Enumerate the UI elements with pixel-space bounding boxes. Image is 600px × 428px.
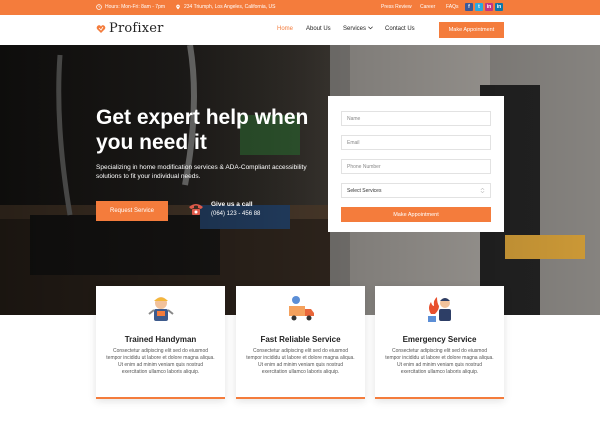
logo-text: Profixer — [109, 21, 164, 36]
nav-services[interactable]: Services — [343, 26, 373, 32]
appointment-form: Name Email Phone Number Select Services … — [328, 96, 504, 232]
linkedin-icon[interactable]: in — [495, 3, 503, 11]
call-info: Give us a call (064) 123 - 456 88 — [187, 201, 260, 217]
service-card-fast-reliable[interactable]: Fast Reliable Service Consectetur adipis… — [236, 286, 365, 399]
card-text: Consectetur adipiscing elit sed do eiusm… — [246, 348, 355, 375]
delivery-truck-icon — [289, 296, 314, 321]
service-card-trained-handyman[interactable]: Trained Handyman Consectetur adipiscing … — [96, 286, 225, 399]
call-title: Give us a call — [211, 201, 253, 208]
hero-title: Get expert help when you need it — [96, 106, 309, 154]
services-select[interactable]: Select Services — [341, 183, 491, 198]
card-title: Emergency Service — [402, 335, 477, 344]
email-input[interactable]: Email — [341, 135, 491, 150]
submit-appointment-button[interactable]: Make Appointment — [341, 207, 491, 222]
phone-icon — [189, 204, 203, 215]
hours-info: Hours: Mon-Fri: 8am - 7pm — [96, 4, 165, 10]
location-pin-icon — [176, 4, 180, 10]
card-text: Consectetur adipiscing elit sed do eiusm… — [385, 348, 494, 375]
faqs-link[interactable]: FAQs — [446, 4, 459, 10]
card-text: Consectetur adipiscing elit sed do eiusm… — [106, 348, 215, 375]
top-bar: Hours: Mon-Fri: 8am - 7pm 234 Triumph, L… — [0, 0, 600, 15]
twitter-icon[interactable]: t — [475, 3, 483, 11]
emergency-icon — [428, 297, 451, 322]
call-number[interactable]: (064) 123 - 456 88 — [211, 211, 260, 217]
facebook-icon[interactable]: f — [465, 3, 473, 11]
service-card-emergency[interactable]: Emergency Service Consectetur adipiscing… — [375, 286, 504, 399]
address-text: 234 Triumph, Los Angeles, California, US — [184, 4, 276, 10]
logo-mark-icon — [96, 24, 106, 33]
nav-home[interactable]: Home — [277, 26, 293, 32]
handyman-icon — [148, 297, 174, 321]
nav-about-us[interactable]: About Us — [306, 26, 331, 32]
hero-description: Specializing in home modification servic… — [96, 164, 307, 180]
nav-services-label: Services — [343, 26, 367, 32]
phone-input[interactable]: Phone Number — [341, 159, 491, 174]
request-service-button[interactable]: Request Service — [96, 201, 168, 221]
card-title: Fast Reliable Service — [260, 335, 341, 344]
press-review-link[interactable]: Press Review — [381, 4, 412, 10]
card-title: Trained Handyman — [124, 335, 197, 344]
clock-icon — [96, 4, 102, 10]
name-input[interactable]: Name — [341, 111, 491, 126]
make-appointment-button[interactable]: Make Appointment — [439, 22, 504, 38]
site-logo[interactable]: Profixer — [96, 21, 164, 36]
services-select-value: Select Services — [347, 187, 382, 194]
hero-section: Get expert help when you need it Special… — [0, 45, 600, 315]
main-navbar: Profixer Home About Us Services Contact … — [0, 15, 600, 45]
instagram-icon[interactable]: in — [485, 3, 493, 11]
address-info: 234 Triumph, Los Angeles, California, US — [175, 4, 275, 10]
hours-text: Hours: Mon-Fri: 8am - 7pm — [105, 4, 166, 10]
nav-contact-us[interactable]: Contact Us — [385, 26, 415, 32]
chevron-down-icon — [367, 26, 373, 30]
career-link[interactable]: Career — [420, 4, 435, 10]
select-arrows-icon — [480, 188, 485, 193]
